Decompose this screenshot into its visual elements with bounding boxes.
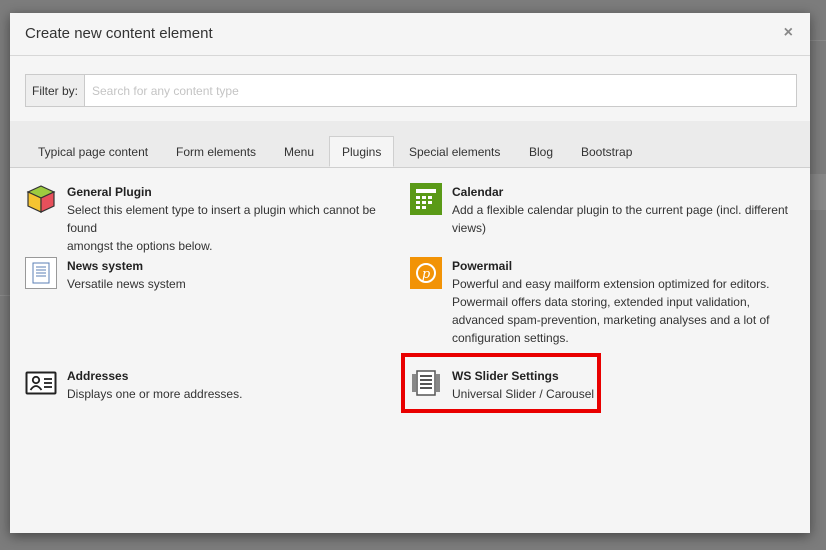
item-description: Add a flexible calendar plugin to the cu… [452,203,788,217]
item-title: Calendar [452,185,504,199]
item-title: Powermail [452,259,513,273]
item-description: configuration settings. [452,331,569,345]
tab-bar: Typical page content Form elements Menu … [10,121,810,168]
item-title: Addresses [67,369,129,383]
item-description: Versatile news system [67,277,186,291]
filter-bar: Filter by: [25,74,797,107]
content-type-general-plugin[interactable]: General Plugin Select this element type … [25,183,405,255]
tab-menu[interactable]: Menu [270,137,328,167]
item-description: Select this element type to insert a plu… [67,203,376,235]
filter-label: Filter by: [26,75,85,106]
calendar-icon [410,183,442,215]
item-title: News system [67,259,144,273]
tab-typical-page-content[interactable]: Typical page content [24,137,162,167]
item-description: advanced spam-prevention, marketing anal… [452,313,770,327]
tab-plugins[interactable]: Plugins [329,136,395,167]
svg-text:p: p [422,267,431,282]
background-bar [810,40,826,41]
cube-icon [25,183,57,215]
search-input[interactable] [85,75,796,106]
item-description: Powermail offers data storing, extended … [452,295,750,309]
modal-header: Create new content element × [10,13,810,56]
background-block [810,174,826,210]
item-description: Displays one or more addresses. [67,387,243,401]
tab-form-elements[interactable]: Form elements [162,137,270,167]
item-description: amongst the options below. [67,239,213,253]
modal-title: Create new content element [25,25,213,42]
document-icon [25,257,57,289]
close-icon[interactable]: × [784,25,793,41]
powermail-icon: p [410,257,442,289]
content-type-powermail[interactable]: p Powermail Powerful and easy mailform e… [410,257,800,347]
tab-bootstrap[interactable]: Bootstrap [567,137,646,167]
highlight-box [401,353,601,413]
tab-special-elements[interactable]: Special elements [395,137,514,167]
address-card-icon [25,367,57,399]
item-description: Powerful and easy mailform extension opt… [452,277,770,291]
content-type-news-system[interactable]: News system Versatile news system [25,257,405,293]
content-type-addresses[interactable]: Addresses Displays one or more addresses… [25,367,405,403]
content-type-calendar[interactable]: Calendar Add a flexible calendar plugin … [410,183,800,237]
background-bar [0,295,10,296]
tab-blog[interactable]: Blog [515,137,567,167]
item-description: views) [452,221,487,235]
create-content-element-modal: Create new content element × Filter by: … [10,13,810,533]
item-title: General Plugin [67,185,152,199]
